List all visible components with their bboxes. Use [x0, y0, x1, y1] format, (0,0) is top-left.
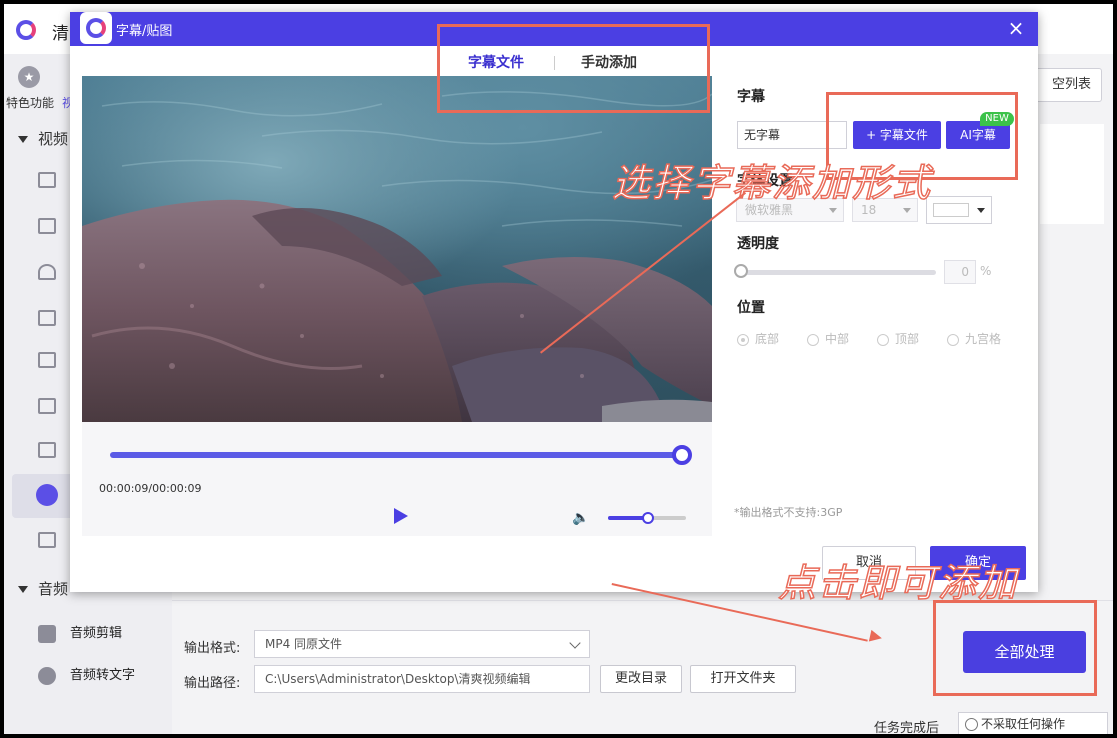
sidebar-video-tool-icon[interactable]: [38, 352, 56, 368]
position-radio-grid[interactable]: 九宫格: [947, 330, 1001, 347]
color-swatch: [933, 203, 969, 217]
task-complete-label: 任务完成后: [874, 721, 940, 734]
format-note: *输出格式不支持:3GP: [734, 506, 843, 519]
chevron-down-icon: [829, 208, 837, 213]
file-list-panel: [1040, 124, 1104, 224]
open-folder-button[interactable]: 打开文件夹: [690, 665, 796, 693]
play-icon[interactable]: [394, 508, 408, 524]
highlight-box-process-all: [933, 600, 1097, 696]
sidebar-section-video[interactable]: 视频: [18, 128, 68, 149]
sidebar-video-tool-icon[interactable]: [38, 532, 56, 548]
caret-down-icon: [18, 586, 28, 593]
position-radio-top[interactable]: 顶部: [877, 330, 919, 347]
annotation-click-to-add: 点击即可添加: [777, 560, 1019, 606]
output-path-label: 输出路径:: [184, 676, 241, 691]
sidebar-item-label: 音频转文字: [70, 668, 136, 683]
microphone-icon: [38, 666, 56, 685]
sidebar-video-tool-icon[interactable]: [38, 218, 56, 234]
sidebar-item-audio-edit[interactable]: 音频剪辑: [38, 622, 122, 643]
app-title: 清: [52, 24, 69, 44]
opacity-label: 透明度: [737, 236, 779, 252]
chevron-down-icon: [977, 208, 985, 213]
sidebar-item-subtitle-active[interactable]: [12, 474, 76, 518]
annotation-arrowhead-icon: [868, 629, 884, 645]
task-complete-select[interactable]: 不采取任何操作: [958, 712, 1108, 734]
radio-label: 中部: [825, 332, 850, 346]
sidebar-feature-label[interactable]: 特色功能: [6, 94, 54, 111]
chevron-down-icon: [903, 208, 911, 213]
audio-edit-icon: [38, 624, 56, 643]
volume-icon[interactable]: 🔈: [572, 510, 592, 526]
video-preview-area: 00:00:09/00:00:09 🔈: [82, 76, 712, 536]
radio-icon: [947, 333, 959, 346]
opacity-slider-handle[interactable]: [734, 264, 748, 278]
sidebar-item-label: 音频剪辑: [70, 626, 123, 641]
playback-progress-handle[interactable]: [672, 445, 692, 465]
radio-label: 顶部: [895, 332, 920, 346]
output-format-value: MP4 同原文件: [265, 637, 343, 651]
position-radio-bottom[interactable]: 底部: [737, 330, 779, 347]
subtitle-label: 字幕: [737, 89, 765, 105]
video-frame-image: [82, 91, 712, 422]
annotation-choose-subtitle: 选择字幕添加形式: [611, 160, 933, 206]
video-frame: [82, 76, 712, 422]
radio-icon: [877, 333, 889, 346]
position-radio-middle[interactable]: 中部: [807, 330, 849, 347]
volume-slider-handle[interactable]: [642, 512, 654, 524]
output-format-label: 输出格式:: [184, 641, 241, 656]
opacity-unit: %: [980, 264, 992, 278]
position-label: 位置: [737, 300, 765, 316]
caret-down-icon: [18, 136, 28, 143]
close-icon[interactable]: ×: [1004, 16, 1028, 40]
sidebar-watermark-icon[interactable]: [38, 264, 56, 280]
change-directory-button[interactable]: 更改目录: [600, 665, 682, 693]
sidebar-section-video-label: 视频: [38, 130, 69, 148]
output-format-select[interactable]: MP4 同原文件: [254, 630, 590, 658]
radio-icon: [737, 333, 749, 346]
dialog-title: 字幕/贴图: [116, 24, 173, 39]
sidebar-section-audio-label: 音频: [38, 580, 69, 598]
radio-label: 九宫格: [965, 332, 1002, 346]
feature-star-icon[interactable]: ★: [18, 66, 40, 88]
opacity-slider-track[interactable]: [740, 270, 936, 275]
opacity-input[interactable]: 0: [944, 260, 976, 284]
highlight-box-tabs: [437, 24, 710, 113]
chevron-down-icon: [569, 637, 581, 649]
sidebar-video-tool-icon[interactable]: [38, 172, 56, 188]
sidebar-split-icon[interactable]: [38, 310, 56, 326]
radio-icon: [807, 333, 819, 346]
sidebar-video-tool-icon[interactable]: [38, 442, 56, 458]
app-logo-icon: [80, 12, 112, 44]
subtitle-tool-icon: [36, 484, 58, 506]
sidebar-section-audio[interactable]: 音频: [18, 578, 68, 599]
radio-label: 底部: [755, 332, 780, 346]
playback-progress-track[interactable]: [110, 452, 684, 458]
sidebar-gif-icon[interactable]: [38, 398, 56, 414]
sidebar-item-audio-to-text[interactable]: 音频转文字: [38, 664, 135, 685]
font-color-picker[interactable]: [926, 196, 992, 224]
app-logo-icon: [16, 20, 36, 40]
output-path-field[interactable]: C:\Users\Administrator\Desktop\清爽视频编辑: [254, 665, 590, 693]
playback-time: 00:00:09/00:00:09: [99, 482, 202, 495]
